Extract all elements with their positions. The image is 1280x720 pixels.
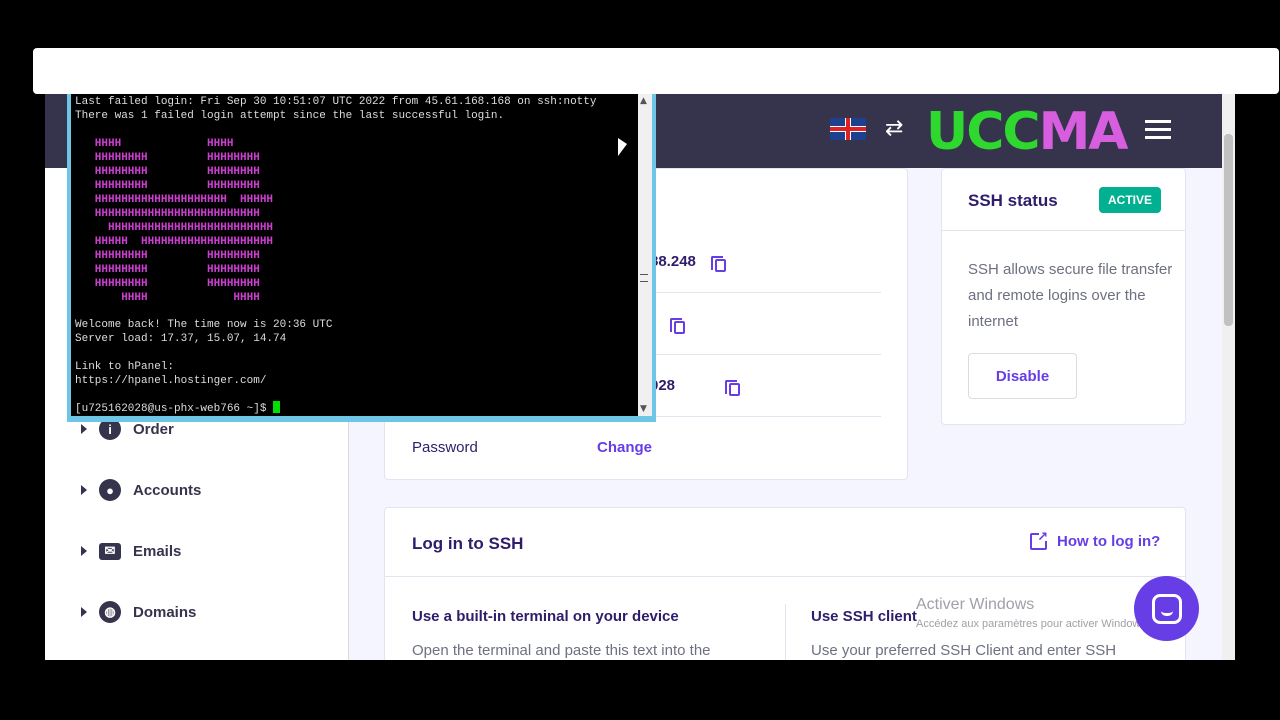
chevron-right-icon xyxy=(81,546,87,556)
sidebar-item-domains[interactable]: ◍ Domains xyxy=(81,597,196,627)
terminal-line: Link to hPanel: xyxy=(75,361,175,373)
page-scrollbar[interactable] xyxy=(1222,94,1235,660)
chevron-right-icon xyxy=(81,607,87,617)
ascii-art-line: HHHHHHHH HHHHHHHH xyxy=(75,180,260,192)
ssh-status-card: SSH status ACTIVE SSH allows secure file… xyxy=(941,168,1186,425)
terminal-window[interactable]: Last failed login: Fri Sep 30 10:51:07 U… xyxy=(67,94,656,422)
ascii-art-line: HHHH HHHH xyxy=(75,138,234,150)
chevron-right-icon xyxy=(81,424,87,434)
terminal-scrollbar[interactable]: ▲ ▼ xyxy=(638,94,652,416)
builtin-terminal-title: Use a built-in terminal on your device xyxy=(412,608,679,625)
how-to-login-link[interactable]: ↗ How to log in? xyxy=(1030,530,1161,550)
how-to-login-label: How to log in? xyxy=(1057,533,1161,550)
user-icon: ● xyxy=(99,479,121,501)
terminal-line: Welcome back! The time now is 20:36 UTC xyxy=(75,319,333,331)
uk-flag-icon[interactable] xyxy=(830,118,866,140)
sidebar-item-label: Accounts xyxy=(133,481,202,499)
mouse-pointer-icon xyxy=(618,138,627,156)
chat-button[interactable] xyxy=(1134,576,1199,641)
sidebar-item-accounts[interactable]: ● Accounts xyxy=(81,475,201,505)
terminal-output[interactable]: Last failed login: Fri Sep 30 10:51:07 U… xyxy=(71,94,652,416)
ascii-art-line: HHHH HHHH xyxy=(75,292,260,304)
login-ssh-card: Log in to SSH ↗ How to log in? Use a bui… xyxy=(384,507,1186,660)
terminal-line: There was 1 failed login attempt since t… xyxy=(75,110,505,122)
ascii-art-line: HHHHH HHHHHHHHHHHHHHHHHHHH xyxy=(75,236,274,248)
ssh-status-description: SSH allows secure file transfer and remo… xyxy=(968,261,1173,330)
sidebar-item-emails[interactable]: ✉ Emails xyxy=(81,536,181,566)
ssh-client-title: Use SSH client xyxy=(811,608,917,625)
copy-icon[interactable] xyxy=(670,318,686,334)
login-ssh-title: Log in to SSH xyxy=(412,534,524,553)
change-password-link[interactable]: Change xyxy=(597,439,652,456)
builtin-terminal-text: Open the terminal and paste this text in… xyxy=(412,642,711,659)
status-badge: ACTIVE xyxy=(1099,187,1162,213)
ucoma-logo: UCCMA xyxy=(926,102,1129,162)
globe-icon: ◍ xyxy=(99,601,121,623)
chat-icon xyxy=(1151,593,1182,624)
copy-icon[interactable] xyxy=(725,380,741,396)
mail-icon: ✉ xyxy=(99,542,121,560)
terminal-line: Last failed login: Fri Sep 30 10:51:07 U… xyxy=(75,96,597,108)
ip-value: 88.248 xyxy=(650,253,696,270)
chevron-right-icon xyxy=(81,485,87,495)
ascii-art-line: HHHHHHHH HHHHHHHH xyxy=(75,250,260,262)
terminal-cursor xyxy=(273,401,281,413)
ascii-art-line: HHHHHHHHHHHHHHHHHHHHHHHHH xyxy=(75,208,260,220)
ssh-status-title: SSH status xyxy=(968,191,1058,210)
copy-icon[interactable] xyxy=(711,256,726,272)
ascii-art-line: HHHHHHHH HHHHHHHH xyxy=(75,152,260,164)
password-label: Password xyxy=(412,439,478,456)
ssh-client-text: Use your preferred SSH Client and enter … xyxy=(811,642,1117,659)
sidebar-item-label: Emails xyxy=(133,542,182,560)
ascii-art-line: HHHHHHHH HHHHHHHH xyxy=(75,264,260,276)
terminal-prompt[interactable]: [u725162028@us-phx-web766 ~]$ xyxy=(75,401,281,416)
browser-address-bar[interactable] xyxy=(33,48,1279,94)
sidebar-item-label: Domains xyxy=(133,603,197,621)
ascii-art-line: HHHHHHHHHHHHHHHHHHHHHHHHH xyxy=(75,222,274,234)
hamburger-icon[interactable] xyxy=(1145,120,1171,140)
ascii-art-line: HHHHHHHH HHHHHHHH xyxy=(75,166,260,178)
terminal-line: Server load: 17.37, 15.07, 14.74 xyxy=(75,333,287,345)
windows-activation-watermark: Activer Windows Accédez aux paramètres p… xyxy=(916,596,1149,630)
ascii-art-line: HHHHHHHH HHHHHHHH xyxy=(75,278,260,290)
arrows-icon[interactable]: ⇄ xyxy=(885,116,903,141)
disable-button[interactable]: Disable xyxy=(968,353,1077,399)
external-link-icon: ↗ xyxy=(1030,530,1048,550)
sidebar-item-label: Order xyxy=(133,420,174,438)
ascii-art-line: HHHHHHHHHHHHHHHHHHHH HHHHH xyxy=(75,194,274,206)
terminal-line: https://hpanel.hostinger.com/ xyxy=(75,375,267,387)
